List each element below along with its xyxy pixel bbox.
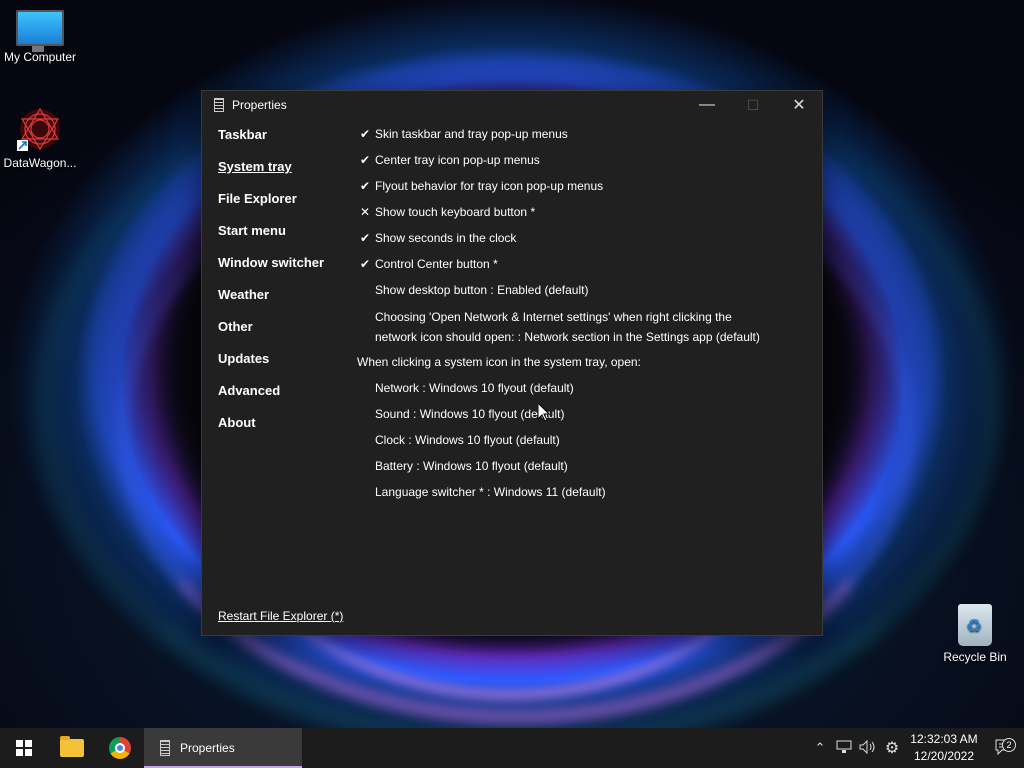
clock-date: 12/20/2022 — [913, 749, 975, 763]
nav-item-about[interactable]: About — [218, 415, 324, 447]
settings-nav: Taskbar System tray File Explorer Start … — [218, 127, 324, 447]
recycle-bin-icon: ♻ — [958, 604, 992, 646]
desktop-icon-label: My Computer — [3, 50, 77, 64]
clock-time: 12:32:03 AM — [910, 732, 978, 746]
system-tray: ⌃ ⚙ 12:32:03 AM 12/20/2022 2 — [808, 728, 1024, 768]
flyout-sound[interactable]: Sound : Windows 10 flyout (default) — [357, 405, 760, 431]
notification-badge: 2 — [1002, 737, 1016, 752]
desktop-icon-my-computer[interactable]: My Computer — [0, 10, 80, 64]
option-label: Show desktop button : Enabled (default) — [375, 283, 589, 297]
minimize-button[interactable]: — — [684, 91, 730, 119]
notification-center-button[interactable]: 2 — [984, 737, 1024, 758]
volume-icon[interactable] — [856, 739, 880, 757]
close-button[interactable]: ✕ — [776, 91, 822, 119]
nav-item-weather[interactable]: Weather — [218, 287, 324, 319]
nav-item-taskbar[interactable]: Taskbar — [218, 127, 324, 159]
option-label: Control Center button * — [375, 257, 498, 271]
flyout-language-switcher[interactable]: Language switcher * : Windows 11 (defaul… — [357, 483, 760, 509]
option-label: Skin taskbar and tray pop-up menus — [375, 127, 568, 141]
nav-item-start-menu[interactable]: Start menu — [218, 223, 324, 255]
option-label: Choosing 'Open Network & Internet settin… — [375, 310, 732, 324]
nav-item-file-explorer[interactable]: File Explorer — [218, 191, 324, 223]
checkmark-icon: ✔ — [359, 179, 371, 193]
system-tray-settings: ✔ Skin taskbar and tray pop-up menus ✔ C… — [357, 125, 760, 509]
nav-item-updates[interactable]: Updates — [218, 351, 324, 383]
monitor-icon — [16, 10, 64, 52]
taskbar-clock[interactable]: 12:32:03 AM 12/20/2022 — [904, 731, 984, 765]
checkmark-icon: ✔ — [359, 127, 371, 141]
datawagon-icon — [17, 106, 63, 152]
chevron-up-icon[interactable]: ⌃ — [808, 740, 832, 756]
network-icon[interactable] — [832, 740, 856, 757]
option-center-menus[interactable]: ✔ Center tray icon pop-up menus — [357, 151, 760, 177]
window-titlebar[interactable]: Properties — ☐ ✕ — [202, 91, 822, 119]
window-title: Properties — [232, 98, 287, 112]
option-label: Flyout behavior for tray icon pop-up men… — [375, 179, 604, 193]
desktop-icon-label: DataWagon... — [3, 156, 77, 170]
section-heading: When clicking a system icon in the syste… — [357, 355, 641, 369]
restart-file-explorer-link[interactable]: Restart File Explorer (*) — [218, 609, 343, 623]
chrome-button[interactable] — [96, 728, 144, 768]
flyout-clock[interactable]: Clock : Windows 10 flyout (default) — [357, 431, 760, 457]
checkmark-icon: ✔ — [359, 153, 371, 167]
cross-icon: ✕ — [359, 205, 371, 219]
desktop-icon-label: Recycle Bin — [943, 650, 1007, 664]
start-button[interactable] — [0, 728, 48, 768]
desktop-icon-recycle-bin[interactable]: ♻ Recycle Bin — [935, 604, 1015, 664]
flyout-battery[interactable]: Battery : Windows 10 flyout (default) — [357, 457, 760, 483]
mouse-cursor-icon — [538, 403, 550, 422]
nav-item-system-tray[interactable]: System tray — [218, 159, 324, 191]
taskbar: Properties ⌃ ⚙ 12:32:03 AM 12/20/2022 2 — [0, 728, 1024, 768]
nav-item-window-switcher[interactable]: Window switcher — [218, 255, 324, 287]
option-label: network icon should open: : Network sect… — [375, 330, 760, 344]
option-skin-menus[interactable]: ✔ Skin taskbar and tray pop-up menus — [357, 125, 760, 151]
taskbar-app-label: Properties — [180, 741, 235, 755]
option-label: Center tray icon pop-up menus — [375, 153, 540, 167]
properties-app-icon — [214, 98, 224, 112]
chrome-icon — [109, 737, 131, 759]
taskbar-app-properties[interactable]: Properties — [144, 728, 302, 768]
flyout-network[interactable]: Network : Windows 10 flyout (default) — [357, 379, 760, 405]
windows-logo-icon — [16, 740, 32, 756]
checkmark-icon: ✔ — [359, 231, 371, 245]
option-flyout-behavior[interactable]: ✔ Flyout behavior for tray icon pop-up m… — [357, 177, 760, 203]
checkmark-icon: ✔ — [359, 257, 371, 271]
option-touch-keyboard[interactable]: ✕ Show touch keyboard button * — [357, 203, 760, 229]
option-label: Show seconds in the clock — [375, 231, 517, 245]
gear-icon[interactable]: ⚙ — [880, 738, 904, 758]
option-control-center[interactable]: ✔ Control Center button * — [357, 255, 760, 281]
properties-window: Properties — ☐ ✕ Taskbar System tray Fil… — [201, 90, 823, 636]
maximize-button[interactable]: ☐ — [730, 91, 776, 119]
nav-item-advanced[interactable]: Advanced — [218, 383, 324, 415]
option-label: Show touch keyboard button * — [375, 205, 536, 219]
option-clock-seconds[interactable]: ✔ Show seconds in the clock — [357, 229, 760, 255]
option-show-desktop[interactable]: Show desktop button : Enabled (default) — [357, 281, 760, 307]
file-explorer-button[interactable] — [48, 728, 96, 768]
desktop-icon-datawagon[interactable]: DataWagon... — [0, 106, 80, 170]
nav-item-other[interactable]: Other — [218, 319, 324, 351]
folder-icon — [60, 736, 84, 757]
option-network-settings[interactable]: Choosing 'Open Network & Internet settin… — [357, 307, 760, 353]
properties-app-icon — [160, 740, 170, 756]
